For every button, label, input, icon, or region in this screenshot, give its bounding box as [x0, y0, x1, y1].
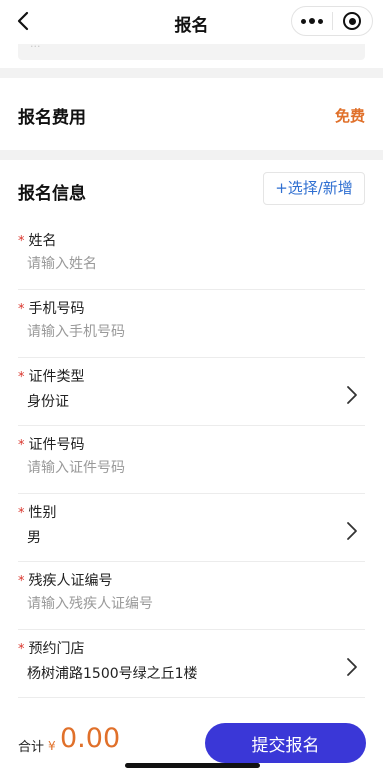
fee-title: 报名费用: [18, 108, 86, 128]
field-label-text: 证件号码: [28, 437, 85, 453]
target-close-icon: [343, 12, 362, 30]
field-label: * 性别: [18, 502, 57, 522]
id-number-input[interactable]: [27, 457, 327, 479]
required-mark: *: [18, 234, 25, 249]
address-card: ...: [18, 44, 365, 60]
chevron-right-icon: [347, 658, 357, 676]
field-label-text: 证件类型: [28, 369, 85, 385]
submit-button[interactable]: 提交报名: [205, 723, 366, 763]
chevron-right-icon: [347, 386, 357, 404]
navbar: 报名: [0, 0, 383, 44]
info-title: 报名信息: [18, 184, 86, 204]
more-dots-icon: [300, 18, 323, 24]
field-label: * 证件号码: [18, 434, 85, 454]
select-add-button[interactable]: +选择/新增: [263, 172, 365, 205]
field-label-text: 预约门店: [28, 641, 85, 657]
total-amount: 0.00: [60, 723, 121, 754]
name-input[interactable]: [27, 253, 327, 275]
required-mark: *: [18, 302, 25, 317]
registration-info-section: 报名信息 +选择/新增 *姓名 *手机号码 *证件类型 身份证 *证件号码 *性…: [0, 160, 383, 716]
field-label-text: 姓名: [28, 233, 57, 249]
store-select[interactable]: 杨树浦路1500号绿之丘1楼: [27, 663, 198, 683]
total-label: 合计: [18, 740, 45, 755]
currency-symbol: ¥: [48, 739, 56, 753]
fee-value: 免费: [334, 107, 365, 125]
field-label: * 预约门店: [18, 638, 85, 658]
gender-select[interactable]: 男: [27, 527, 41, 547]
field-id-type[interactable]: * 证件类型 身份证: [18, 358, 365, 426]
phone-input[interactable]: [27, 321, 327, 343]
field-label-text: 残疾人证编号: [28, 573, 113, 589]
field-id-number: * 证件号码: [18, 426, 365, 494]
mini-program-capsule: [291, 6, 373, 36]
field-label: * 证件类型: [18, 366, 85, 386]
fee-section: 报名费用 免费: [0, 78, 383, 150]
close-button[interactable]: [333, 7, 373, 35]
required-mark: *: [18, 574, 25, 589]
bottom-bar: 合计 ¥ 0.00 提交报名: [0, 716, 383, 776]
address-partial-text: ...: [18, 44, 365, 50]
field-phone: * 手机号码: [18, 290, 365, 358]
field-name: * 姓名: [18, 222, 365, 290]
field-disability-cert: * 残疾人证编号: [18, 562, 365, 630]
field-label: * 姓名: [18, 230, 57, 250]
disability-cert-input[interactable]: [27, 593, 327, 615]
required-mark: *: [18, 642, 25, 657]
more-button[interactable]: [292, 7, 332, 35]
required-mark: *: [18, 438, 25, 453]
field-label-text: 手机号码: [28, 301, 85, 317]
field-store[interactable]: * 预约门店 杨树浦路1500号绿之丘1楼: [18, 630, 365, 698]
field-label-text: 性别: [28, 505, 57, 521]
required-mark: *: [18, 370, 25, 385]
required-mark: *: [18, 506, 25, 521]
home-indicator: [125, 763, 260, 768]
field-label: * 手机号码: [18, 298, 85, 318]
field-label: * 残疾人证编号: [18, 570, 113, 590]
address-strip: ...: [0, 44, 383, 68]
field-gender[interactable]: * 性别 男: [18, 494, 365, 562]
chevron-right-icon: [347, 522, 357, 540]
id-type-select[interactable]: 身份证: [27, 391, 69, 411]
